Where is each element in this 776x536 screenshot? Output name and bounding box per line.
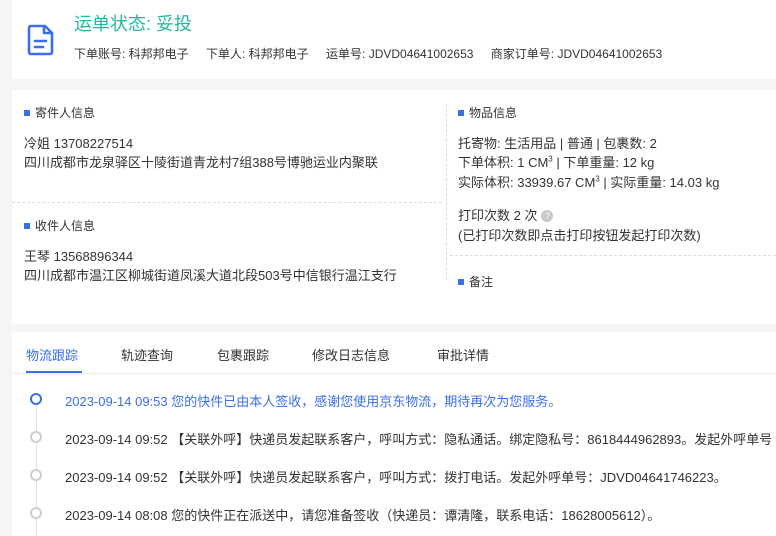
order-meta-row: 下单账号: 科邦邦电子 下单人: 科邦邦电子 运单号: JDVD04641002… <box>74 45 676 62</box>
document-icon <box>27 24 54 56</box>
tab-change-log[interactable]: 修改日志信息 <box>312 345 390 364</box>
help-icon[interactable]: ? <box>541 210 554 222</box>
tab-bar: 物流跟踪 轨迹查询 包裹跟踪 修改日志信息 审批详情 <box>12 332 776 374</box>
merchant-order-number: 商家订单号: JDVD04641002653 <box>490 47 663 61</box>
tracking-panel: 物流跟踪 轨迹查询 包裹跟踪 修改日志信息 审批详情 2023-09-14 09… <box>12 332 776 536</box>
sender-name-phone: 冷姐 13708227514 <box>24 136 134 151</box>
timeline-dot-icon <box>30 393 42 405</box>
section-marker-icon <box>24 109 30 116</box>
timeline-item: 2023-09-14 09:52 【关联外呼】快递员发起联系客户，呼叫方式：隐私… <box>12 428 776 448</box>
timeline-dot-icon <box>30 469 42 481</box>
sender-section-title: 寄件人信息 <box>24 104 95 121</box>
timeline-dot-icon <box>30 507 42 519</box>
vertical-divider <box>446 104 447 280</box>
receiver-address: 四川成都市温江区柳城街道凤溪大道北段503号中信银行温江支行 <box>24 268 397 283</box>
goods-section-title: 物品信息 <box>458 104 517 121</box>
section-marker-icon <box>458 278 464 285</box>
timeline-item: 2023-09-14 09:53 您的快件已由本人签收，感谢您使用京东物流，期待… <box>12 390 776 410</box>
orderer: 下单人: 科邦邦电子 <box>206 47 309 61</box>
print-count-hint: (已打印次数即点击打印按钮发起打印次数) <box>458 228 701 243</box>
print-count: 打印次数 2 次? <box>458 205 554 224</box>
active-tab-indicator <box>26 371 82 373</box>
receiver-name-phone: 王琴 13568896344 <box>24 249 134 264</box>
order-volume-weight: 下单体积: 1 CM3 | 下单重量: 12 kg <box>458 154 655 170</box>
tab-logistics-tracking[interactable]: 物流跟踪 <box>26 345 78 364</box>
tab-package-tracking[interactable]: 包裹跟踪 <box>217 345 269 364</box>
order-account: 下单账号: 科邦邦电子 <box>74 47 189 61</box>
remark-section-title: 备注 <box>458 273 493 290</box>
tab-approval-details[interactable]: 审批详情 <box>437 345 489 364</box>
timeline-item: 2023-09-14 08:08 您的快件正在派送中，请您准备签收（快递员：谭清… <box>12 504 776 524</box>
section-marker-icon <box>24 222 30 229</box>
tab-route-query[interactable]: 轨迹查询 <box>121 345 173 364</box>
waybill-number: 运单号: JDVD04641002653 <box>326 47 474 61</box>
sender-address: 四川成都市龙泉驿区十陵街道青龙村7组388号博驰运业内聚联 <box>24 155 378 170</box>
section-marker-icon <box>458 109 464 116</box>
actual-volume-weight: 实际体积: 33939.67 CM3 | 实际重量: 14.03 kg <box>458 174 720 190</box>
timeline-item: 2023-09-14 09:52 【关联外呼】快递员发起联系客户，呼叫方式：拨打… <box>12 466 776 486</box>
receiver-section-title: 收件人信息 <box>24 217 95 234</box>
goods-type-count: 托寄物: 生活用品 | 普通 | 包裹数: 2 <box>458 136 657 151</box>
divider <box>450 255 776 256</box>
waybill-header: 运单状态: 妥投 下单账号: 科邦邦电子 下单人: 科邦邦电子 运单号: JDV… <box>12 0 776 79</box>
shipment-info-panel: 寄件人信息 冷姐 13708227514 四川成都市龙泉驿区十陵街道青龙村7组3… <box>12 90 776 324</box>
divider <box>12 202 442 203</box>
waybill-status-title: 运单状态: 妥投 <box>74 14 193 34</box>
timeline-dot-icon <box>30 431 42 443</box>
